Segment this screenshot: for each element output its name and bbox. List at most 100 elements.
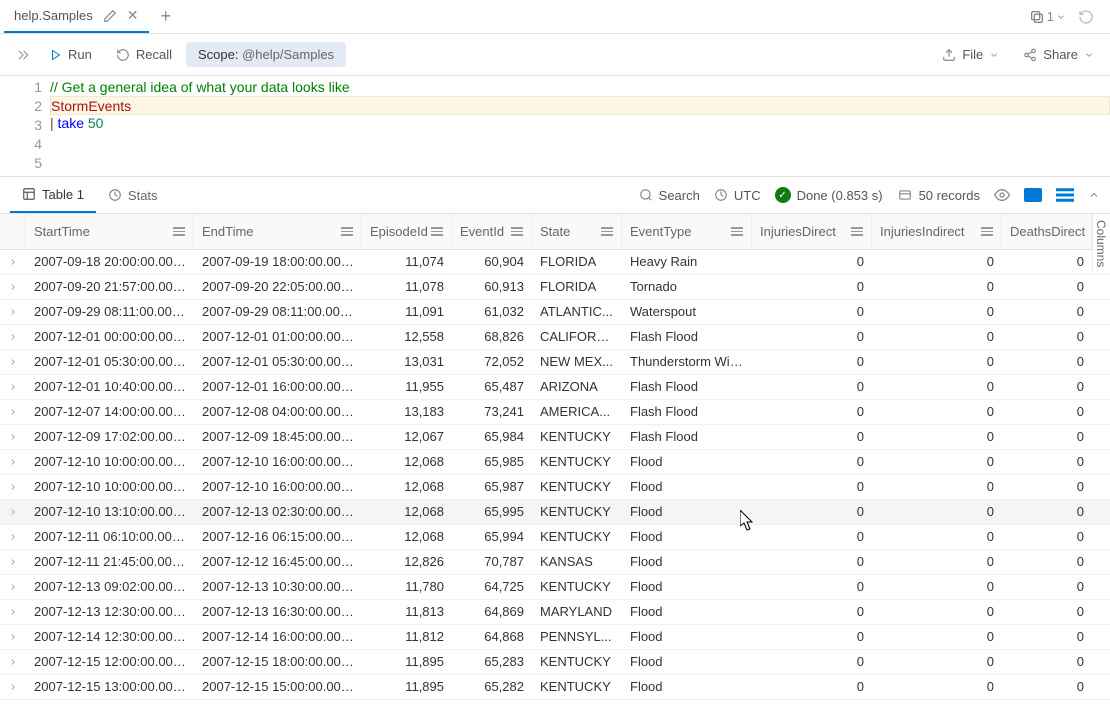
cell-deathsdirect: 0 (1002, 425, 1092, 449)
row-expand-icon[interactable] (0, 450, 26, 474)
row-expand-icon[interactable] (0, 575, 26, 599)
row-expand-icon[interactable] (0, 500, 26, 524)
row-expand-icon[interactable] (0, 400, 26, 424)
table-row[interactable]: 2007-12-13 12:30:00.00002007-12-13 16:30… (0, 600, 1110, 625)
search-button[interactable]: Search (639, 188, 700, 203)
table-row[interactable]: 2007-12-11 06:10:00.00002007-12-16 06:15… (0, 525, 1110, 550)
table-row[interactable]: 2007-09-20 21:57:00.00002007-09-20 22:05… (0, 275, 1110, 300)
undo-icon[interactable] (1078, 9, 1094, 25)
table-row[interactable]: 2007-12-15 13:00:00.00002007-12-15 15:00… (0, 675, 1110, 700)
table-row[interactable]: 2007-12-13 09:02:00.00002007-12-13 10:30… (0, 575, 1110, 600)
cell-eventid: 65,487 (452, 375, 532, 399)
code-number: 50 (88, 115, 104, 131)
grid-body: 2007-09-18 20:00:00.00002007-09-19 18:00… (0, 250, 1110, 700)
scope-selector[interactable]: Scope: @help/Samples (186, 42, 346, 67)
table-row[interactable]: 2007-09-18 20:00:00.00002007-09-19 18:00… (0, 250, 1110, 275)
table-row[interactable]: 2007-12-01 05:30:00.00002007-12-01 05:30… (0, 350, 1110, 375)
table-row[interactable]: 2007-12-14 12:30:00.00002007-12-14 16:00… (0, 625, 1110, 650)
share-button[interactable]: Share (1017, 43, 1100, 66)
column-menu-icon[interactable] (601, 227, 613, 236)
code-content[interactable]: // Get a general idea of what your data … (50, 76, 1110, 176)
table-row[interactable]: 2007-12-10 13:10:00.00002007-12-13 02:30… (0, 500, 1110, 525)
recall-button[interactable]: Recall (106, 43, 182, 66)
duplicate-icon[interactable]: 1 (1029, 9, 1066, 25)
layout-icon-1[interactable] (1024, 188, 1042, 202)
cell-injuriesindirect: 0 (872, 525, 1002, 549)
row-expand-icon[interactable] (0, 375, 26, 399)
table-row[interactable]: 2007-09-29 08:11:00.00002007-09-29 08:11… (0, 300, 1110, 325)
data-grid[interactable]: StartTime EndTime EpisodeId EventId Stat… (0, 214, 1110, 710)
expand-results-icon[interactable] (1088, 189, 1100, 201)
row-expand-icon[interactable] (0, 550, 26, 574)
column-eventtype[interactable]: EventType (622, 214, 752, 249)
row-expand-icon[interactable] (0, 275, 26, 299)
row-expand-icon[interactable] (0, 250, 26, 274)
column-injuriesindirect[interactable]: InjuriesIndirect (872, 214, 1002, 249)
column-menu-icon[interactable] (173, 227, 185, 236)
results-bar: Table 1 Stats Search UTC ✓ Done (0.853 s… (0, 176, 1110, 214)
table-row[interactable]: 2007-12-01 00:00:00.00002007-12-01 01:00… (0, 325, 1110, 350)
table-row[interactable]: 2007-12-09 17:02:00.00002007-12-09 18:45… (0, 425, 1110, 450)
cell-eventtype: Flood (622, 550, 752, 574)
cell-eventtype: Flood (622, 575, 752, 599)
table-row[interactable]: 2007-12-10 10:00:00.00002007-12-10 16:00… (0, 450, 1110, 475)
table-row[interactable]: 2007-12-11 21:45:00.00002007-12-12 16:45… (0, 550, 1110, 575)
layout-icon-2[interactable] (1056, 188, 1074, 202)
column-menu-icon[interactable] (851, 227, 863, 236)
cell-starttime: 2007-12-07 14:00:00.0000 (26, 400, 194, 424)
cell-eventid: 73,241 (452, 400, 532, 424)
columns-sidebar[interactable]: Columns (1092, 214, 1110, 273)
query-tab[interactable]: help.Samples ✕ (4, 0, 149, 33)
row-expand-icon[interactable] (0, 650, 26, 674)
table-tab[interactable]: Table 1 (10, 177, 96, 213)
edit-icon[interactable] (103, 9, 117, 23)
column-episodeid[interactable]: EpisodeId (362, 214, 452, 249)
column-deathsdirect[interactable]: DeathsDirect (1002, 214, 1092, 249)
cell-eventid: 65,985 (452, 450, 532, 474)
cell-eventtype: Heavy Rain (622, 250, 752, 274)
code-editor[interactable]: 12345 // Get a general idea of what your… (0, 76, 1110, 176)
expand-icon[interactable] (10, 44, 36, 66)
cell-starttime: 2007-12-11 06:10:00.0000 (26, 525, 194, 549)
row-expand-icon[interactable] (0, 600, 26, 624)
close-icon[interactable]: ✕ (127, 7, 139, 24)
row-expand-icon[interactable] (0, 625, 26, 649)
tab-bar: help.Samples ✕ + 1 (0, 0, 1110, 34)
table-row[interactable]: 2007-12-15 12:00:00.00002007-12-15 18:00… (0, 650, 1110, 675)
column-eventid[interactable]: EventId (452, 214, 532, 249)
cell-injuriesdirect: 0 (752, 350, 872, 374)
cell-injuriesdirect: 0 (752, 525, 872, 549)
column-menu-icon[interactable] (731, 227, 743, 236)
column-endtime[interactable]: EndTime (194, 214, 362, 249)
column-menu-icon[interactable] (341, 227, 353, 236)
column-starttime[interactable]: StartTime (26, 214, 194, 249)
column-injuriesdirect[interactable]: InjuriesDirect (752, 214, 872, 249)
row-expand-icon[interactable] (0, 675, 26, 699)
row-expand-icon[interactable] (0, 475, 26, 499)
table-row[interactable]: 2007-12-10 10:00:00.00002007-12-10 16:00… (0, 475, 1110, 500)
file-button[interactable]: File (936, 43, 1005, 66)
row-expand-icon[interactable] (0, 425, 26, 449)
column-state[interactable]: State (532, 214, 622, 249)
cell-injuriesindirect: 0 (872, 375, 1002, 399)
row-expand-icon[interactable] (0, 325, 26, 349)
row-expand-icon[interactable] (0, 525, 26, 549)
stats-tab[interactable]: Stats (96, 177, 170, 213)
cell-starttime: 2007-12-10 10:00:00.0000 (26, 475, 194, 499)
cell-state: ARIZONA (532, 375, 622, 399)
table-row[interactable]: 2007-12-01 10:40:00.00002007-12-01 16:00… (0, 375, 1110, 400)
row-expand-icon[interactable] (0, 350, 26, 374)
cell-injuriesdirect: 0 (752, 250, 872, 274)
cell-eventid: 64,725 (452, 575, 532, 599)
row-expand-icon[interactable] (0, 300, 26, 324)
column-menu-icon[interactable] (981, 227, 993, 236)
column-menu-icon[interactable] (431, 227, 443, 236)
utc-button[interactable]: UTC (714, 188, 761, 203)
run-button[interactable]: Run (40, 43, 102, 66)
preview-icon[interactable] (994, 187, 1010, 203)
cell-starttime: 2007-12-09 17:02:00.0000 (26, 425, 194, 449)
column-menu-icon[interactable] (511, 227, 523, 236)
add-tab-button[interactable]: + (149, 6, 184, 27)
cell-episodeid: 11,780 (362, 575, 452, 599)
table-row[interactable]: 2007-12-07 14:00:00.00002007-12-08 04:00… (0, 400, 1110, 425)
